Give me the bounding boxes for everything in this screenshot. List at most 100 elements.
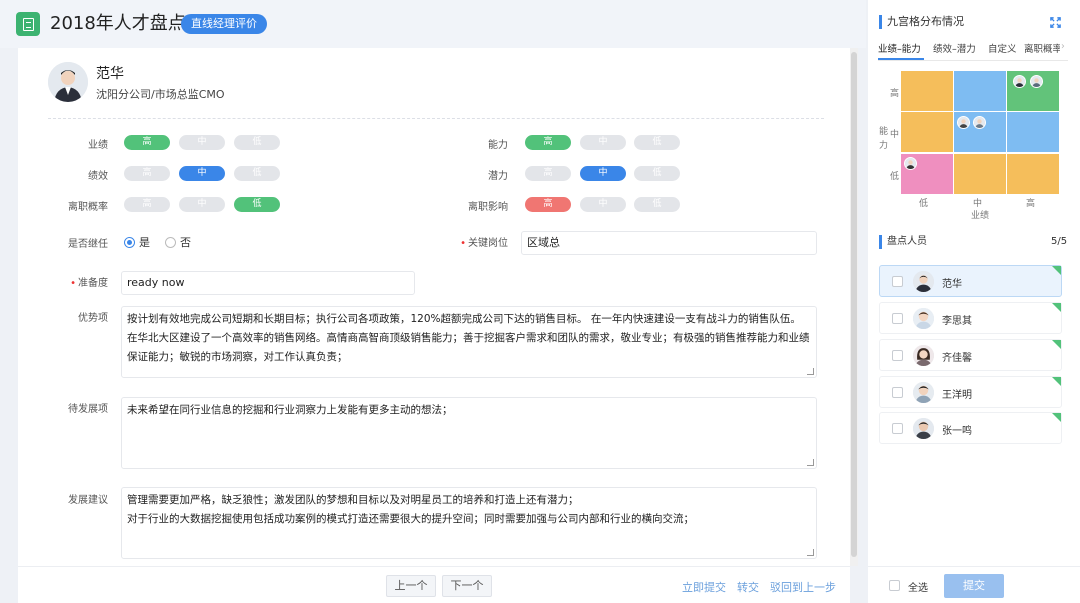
status-corner [1052,340,1061,349]
performance-mid-pill[interactable]: 中 [179,135,225,150]
grid-tabs: 业绩–能力 绩效–潜力 自定义 离职概率 › [878,41,1068,59]
tab-effectiveness-potential[interactable]: 绩效–潜力 [933,41,976,55]
prev-button[interactable]: 上一个 [386,575,436,597]
person-name: 齐佳馨 [942,353,972,364]
status-corner [1052,303,1061,312]
reject-link[interactable]: 驳回到上一步 [770,579,836,595]
y-tick-high: 高 [890,89,900,99]
grid-cell[interactable] [954,154,1006,194]
grid-avatar[interactable] [1013,75,1026,88]
form-footer: 上一个 下一个 立即提交 转交 驳回到上一步 [18,566,850,603]
potential-high-pill[interactable]: 高 [525,166,571,181]
checkbox[interactable] [892,276,903,287]
suggestions-label: 发展建议 [68,495,108,506]
tab-custom[interactable]: 自定义 [988,41,1017,55]
submit-button[interactable]: 提交 [944,574,1004,598]
evaluation-form: 范华 沈阳分公司/市场总监CMO 业绩 高 中 低 能力 高 中 低 绩效 高 … [18,48,850,566]
person-card[interactable]: 范华 [879,265,1062,297]
effectiveness-low-pill[interactable]: 低 [234,166,280,181]
scrollbar-thumb[interactable] [851,52,857,557]
ability-low-pill[interactable]: 低 [634,135,680,150]
select-all-checkbox[interactable] [889,580,900,591]
person-card[interactable]: 张一鸣 [879,412,1062,444]
grid-cell[interactable] [1007,112,1059,152]
resize-handle-icon[interactable] [807,549,814,556]
next-button[interactable]: 下一个 [442,575,492,597]
x-tick-high: 高 [1026,199,1036,209]
header-bar: 2018年人才盘点 直线经理评价 [0,0,866,48]
employee-department: 沈阳分公司/市场总监CMO [96,88,225,101]
grid-cell[interactable] [1007,154,1059,194]
turnover-label: 离职概率 [68,202,108,213]
impact-high-pill[interactable]: 高 [525,197,571,212]
y-tick-mid: 中 [890,130,900,140]
tab-turnover[interactable]: 离职概率 [1024,41,1060,55]
turnover-low-pill[interactable]: 低 [234,197,280,212]
potential-mid-pill[interactable]: 中 [580,166,626,181]
potential-low-pill[interactable]: 低 [634,166,680,181]
chevron-right-icon[interactable]: › [1061,41,1065,52]
readiness-label: • 准备度 [70,278,108,289]
effectiveness-high-pill[interactable]: 高 [124,166,170,181]
successor-yes-radio[interactable]: 是 [124,234,150,250]
grid-avatar[interactable] [904,157,917,170]
grid-avatar[interactable] [957,116,970,129]
y-axis-label: 能力 [879,127,889,151]
resize-handle-icon[interactable] [807,368,814,375]
x-axis-label: 业绩 [971,211,990,221]
ability-mid-pill[interactable]: 中 [580,135,626,150]
tab-divider [878,60,1068,61]
successor-label: 是否继任 [68,239,108,250]
person-name: 范华 [942,279,962,290]
ability-high-pill[interactable]: 高 [525,135,571,150]
avatar [913,271,934,292]
role-badge: 直线经理评价 [181,14,267,34]
grid-cell[interactable] [901,71,953,111]
person-name: 张一鸣 [942,426,972,437]
strengths-textarea[interactable]: 按计划有效地完成公司短期和长期目标；执行公司各项政策，120%超额完成公司下达的… [121,306,817,378]
improvements-textarea[interactable]: 未来希望在同行业信息的挖掘和行业洞察力上发能有更多主动的想法； [121,397,817,469]
potential-label: 潜力 [488,171,508,182]
impact-low-pill[interactable]: 低 [634,197,680,212]
readiness-input[interactable]: ready now [121,271,415,295]
checkbox[interactable] [892,387,903,398]
successor-no-radio[interactable]: 否 [165,234,191,250]
person-card[interactable]: 王洋明 [879,376,1062,408]
status-corner [1052,377,1061,386]
submit-now-link[interactable]: 立即提交 [682,579,726,595]
suggestions-textarea[interactable]: 管理需要更加严格，缺乏狼性；激发团队的梦想和目标以及对明星员工的培养和打造上还有… [121,487,817,559]
tab-performance-ability[interactable]: 业绩–能力 [878,41,921,55]
expand-icon[interactable] [1050,17,1061,28]
avatar [913,308,934,329]
turnover-mid-pill[interactable]: 中 [179,197,225,212]
checkbox[interactable] [892,423,903,434]
turnover-high-pill[interactable]: 高 [124,197,170,212]
person-card[interactable]: 齐佳馨 [879,339,1062,371]
performance-low-pill[interactable]: 低 [234,135,280,150]
performance-label: 业绩 [88,140,108,151]
performance-high-pill[interactable]: 高 [124,135,170,150]
select-all-label: 全选 [908,583,928,594]
page-title: 2018年人才盘点 [50,13,186,34]
key-position-input[interactable]: 区域总 [521,231,817,255]
ability-label: 能力 [488,140,508,151]
grid-cell[interactable] [901,112,953,152]
transfer-link[interactable]: 转交 [737,579,759,595]
checkbox[interactable] [892,313,903,324]
x-tick-low: 低 [919,199,929,209]
person-card[interactable]: 李思其 [879,302,1062,334]
avatar [913,418,934,439]
radio-checked-icon [124,236,135,248]
person-name: 王洋明 [942,390,972,401]
impact-mid-pill[interactable]: 中 [580,197,626,212]
employee-avatar [48,62,88,102]
divider [48,118,824,119]
grid-cell[interactable] [954,71,1006,111]
effectiveness-mid-pill[interactable]: 中 [179,166,225,181]
resize-handle-icon[interactable] [807,459,814,466]
status-corner [1052,413,1061,422]
impact-label: 离职影响 [468,202,508,213]
grid-avatar[interactable] [973,116,986,129]
checkbox[interactable] [892,350,903,361]
grid-avatar[interactable] [1030,75,1043,88]
